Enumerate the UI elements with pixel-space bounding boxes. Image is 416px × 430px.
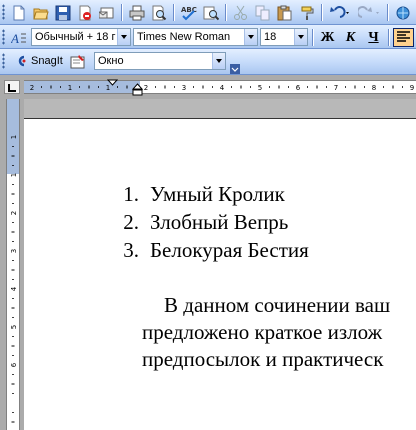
ruler-number: 5 xyxy=(10,325,18,329)
toolbar-separator xyxy=(225,4,226,21)
ruler-ticks: 21123456789 xyxy=(30,84,414,92)
spelling-icon[interactable]: ABC xyxy=(179,3,199,22)
toolbar-separator xyxy=(388,29,389,46)
bold-button[interactable]: Ж xyxy=(317,28,338,47)
styles-pane-icon[interactable]: A xyxy=(9,28,29,47)
chevron-down-icon[interactable] xyxy=(117,29,130,45)
cut-icon[interactable] xyxy=(231,3,251,22)
underline-button[interactable]: Ч xyxy=(363,28,384,47)
ruler-number: 3 xyxy=(182,84,186,92)
font-size-value: 18 xyxy=(264,31,277,43)
chevron-down-icon[interactable] xyxy=(294,29,307,45)
toolbar-options-icon[interactable] xyxy=(230,64,240,74)
ruler-number: 7 xyxy=(334,84,338,92)
email-icon[interactable] xyxy=(97,3,117,22)
toolbar-separator xyxy=(173,4,174,21)
ruler-number: 9 xyxy=(410,84,414,92)
new-document-icon[interactable] xyxy=(9,3,29,22)
snagit-button[interactable]: SnagIt xyxy=(14,54,63,68)
research-icon[interactable] xyxy=(201,3,221,22)
ruler-number: 4 xyxy=(10,286,18,291)
toolbar-grip[interactable] xyxy=(2,53,5,69)
ruler-number: 4 xyxy=(220,84,225,92)
toolbar-grip[interactable] xyxy=(2,4,5,20)
ruler-number: 1 xyxy=(10,135,18,139)
print-preview-icon[interactable] xyxy=(149,3,169,22)
paragraph-line: В данном сочинении ваш xyxy=(164,293,391,317)
list-item: Злобный Вепрь xyxy=(150,210,289,234)
align-left-button[interactable] xyxy=(393,28,414,47)
ruler-number: 2 xyxy=(30,84,34,92)
vertical-ruler[interactable]: 1 1 2 3 4 5 6 xyxy=(6,99,20,430)
italic-button[interactable]: К xyxy=(340,28,361,47)
font-dropdown[interactable]: Times New Roman xyxy=(133,28,258,46)
paste-icon[interactable] xyxy=(275,3,295,22)
paragraph-line: предпосылок и практическ xyxy=(142,347,384,371)
ruler-number: 1 xyxy=(68,84,72,92)
svg-text:A: A xyxy=(11,31,19,46)
snagit-label: SnagIt xyxy=(31,55,63,67)
document-page[interactable]: 1. Умный Кролик 2. Злобный Вепрь 3. Бело… xyxy=(24,118,416,430)
ruler-number: 3 xyxy=(10,249,18,253)
toolbar-separator xyxy=(321,4,322,21)
list-number: 1. xyxy=(123,182,139,206)
align-left-icon xyxy=(397,31,410,42)
paragraph-line: предложено краткое излож xyxy=(142,320,383,344)
list-number: 3. xyxy=(123,238,139,262)
formatting-toolbar: A Обычный + 18 г Times New Roman 18 Ж К … xyxy=(0,25,416,49)
horizontal-ruler[interactable]: 21123456789 xyxy=(24,79,416,97)
snagit-toolbar: SnagIt Окно xyxy=(0,49,416,75)
open-folder-icon[interactable] xyxy=(31,3,51,22)
list-item: Умный Кролик xyxy=(150,182,285,206)
toolbar-separator xyxy=(387,4,388,21)
toolbar-separator xyxy=(312,29,313,46)
copy-icon[interactable] xyxy=(253,3,273,22)
ruler-number: 6 xyxy=(10,362,18,367)
list-number: 2. xyxy=(123,210,139,234)
permission-icon[interactable] xyxy=(75,3,95,22)
snagit-icon xyxy=(18,55,26,67)
tab-selector-button[interactable] xyxy=(4,80,20,94)
toolbar-grip[interactable] xyxy=(2,29,5,45)
svg-text:ABC: ABC xyxy=(181,6,197,14)
snagit-capture-icon[interactable] xyxy=(68,52,88,71)
ruler-number: 1 xyxy=(10,173,18,177)
ruler-number: 2 xyxy=(10,211,18,215)
ruler-number: 6 xyxy=(296,84,301,92)
ruler-ticks: 1 1 2 3 4 5 6 xyxy=(10,135,18,423)
chevron-down-icon[interactable] xyxy=(244,29,257,45)
hanging-indent-marker[interactable] xyxy=(132,83,144,97)
style-dropdown[interactable]: Обычный + 18 г xyxy=(31,28,131,46)
capture-mode-dropdown[interactable]: Окно xyxy=(94,52,226,70)
ruler-number: 5 xyxy=(258,84,262,92)
first-line-indent-marker[interactable] xyxy=(107,79,119,93)
list-item: Белокурая Бестия xyxy=(150,238,309,262)
hyperlink-icon[interactable] xyxy=(393,3,413,22)
redo-icon[interactable] xyxy=(357,3,383,22)
chevron-down-icon[interactable] xyxy=(212,53,225,69)
ruler-number: 2 xyxy=(144,84,148,92)
page-gap xyxy=(24,99,416,118)
font-size-dropdown[interactable]: 18 xyxy=(260,28,308,46)
ruler-number: 8 xyxy=(372,84,376,92)
toolbar-separator xyxy=(121,4,122,21)
format-painter-icon[interactable] xyxy=(297,3,317,22)
standard-toolbar: ABC xyxy=(0,0,416,25)
undo-icon[interactable] xyxy=(327,3,353,22)
save-icon[interactable] xyxy=(53,3,73,22)
style-value: Обычный + 18 г xyxy=(35,31,116,43)
capture-mode-value: Окно xyxy=(98,55,124,67)
print-icon[interactable] xyxy=(127,3,147,22)
font-value: Times New Roman xyxy=(137,31,231,43)
